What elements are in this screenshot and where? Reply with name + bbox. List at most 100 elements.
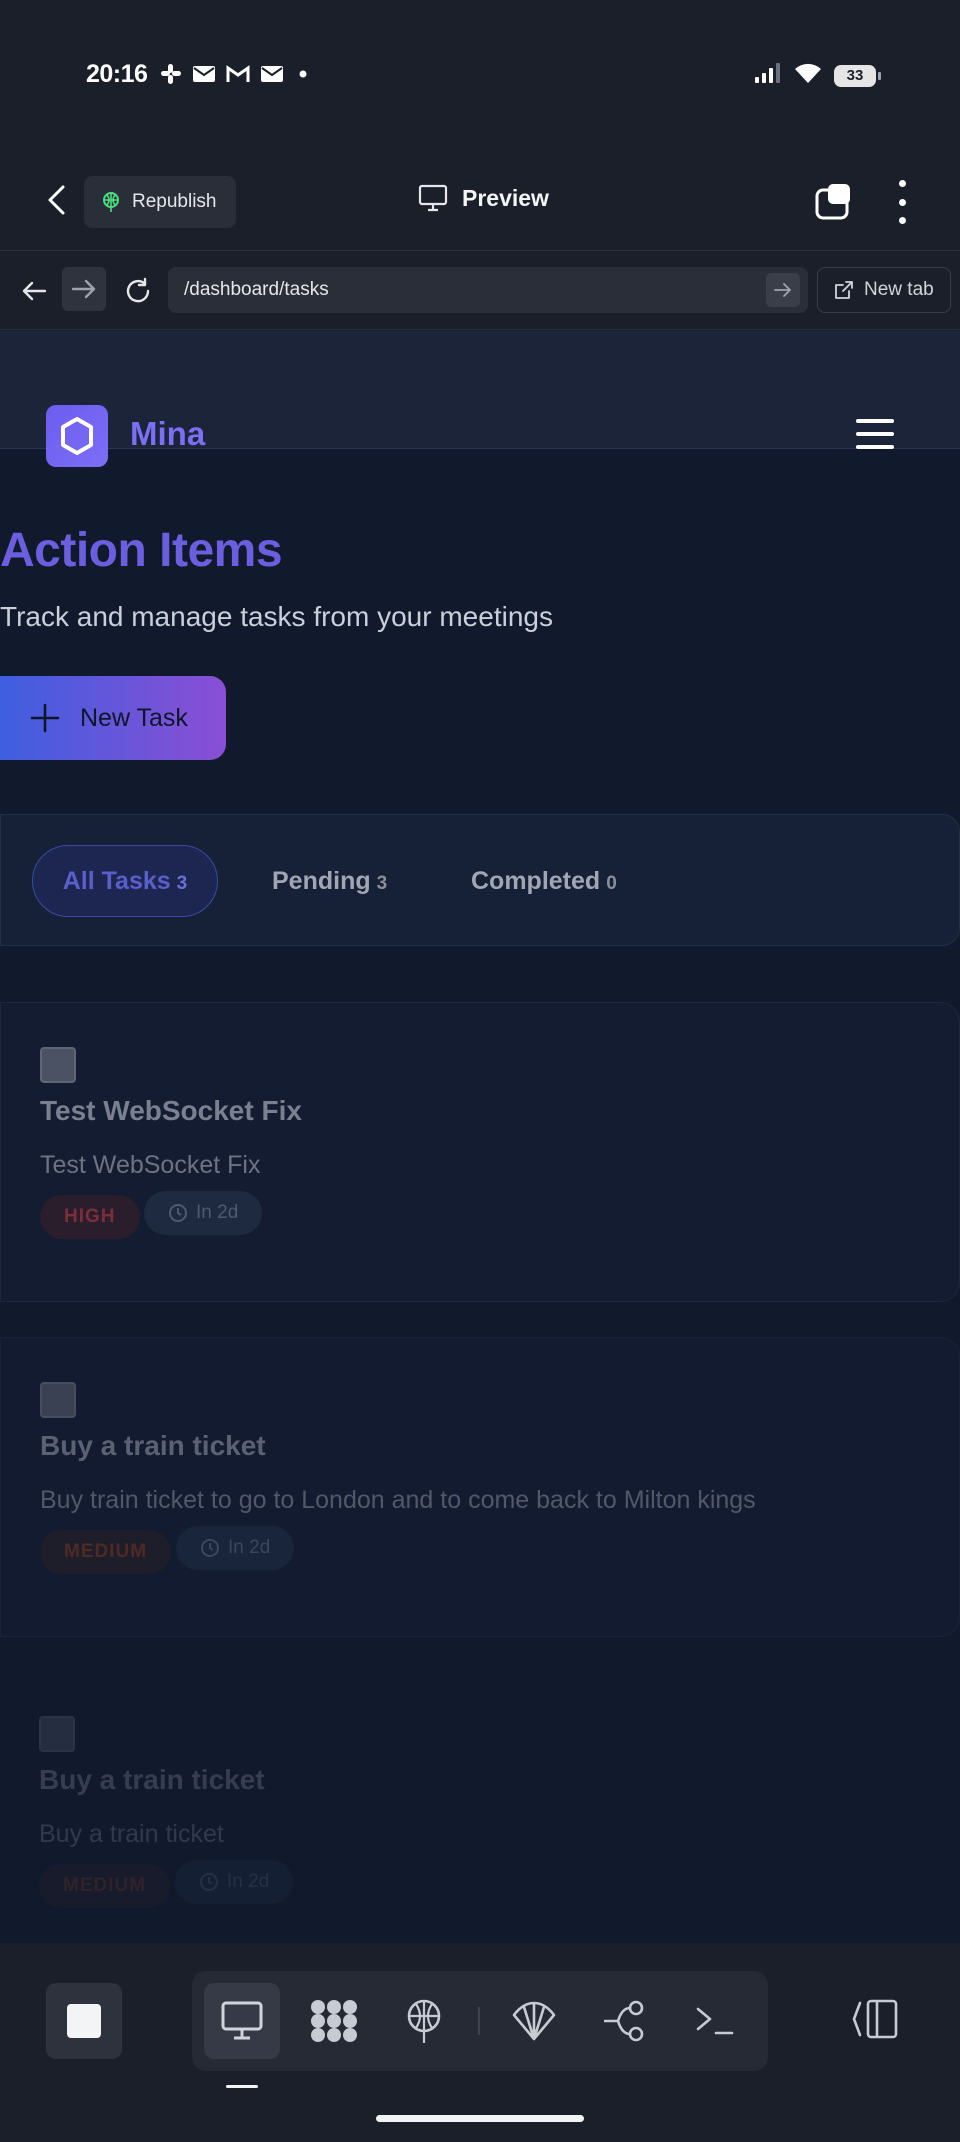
toolbar-divider <box>478 2007 480 2035</box>
status-bar: 20:16 33 <box>0 0 960 150</box>
due-badge: In 2d <box>175 1860 294 1904</box>
tab-pending[interactable]: Pending 3 <box>272 845 387 917</box>
tabs-icon <box>815 184 850 220</box>
web-preview: Mina Action Items Track and manage tasks… <box>0 331 960 1943</box>
task-checkbox[interactable] <box>40 1047 76 1083</box>
task-title: Buy a train ticket <box>39 1764 265 1795</box>
url-go-button[interactable] <box>766 273 800 307</box>
url-input[interactable]: /dashboard/tasks <box>168 267 808 313</box>
monitor-icon <box>221 2001 263 2040</box>
priority-badge: MEDIUM <box>40 1530 172 1574</box>
new-tab-label: New tab <box>864 279 934 300</box>
globe-icon <box>103 192 119 212</box>
toggle-panel-button[interactable] <box>852 1999 898 2044</box>
brand-name[interactable]: Mina <box>130 415 205 453</box>
external-link-icon <box>835 281 853 299</box>
hamburger-menu-icon[interactable] <box>856 419 894 449</box>
bottom-toolbar <box>0 1943 960 2142</box>
gmail-icon <box>226 65 250 88</box>
arrow-right-icon <box>774 283 791 297</box>
tool-agent[interactable] <box>296 1983 372 2059</box>
page-subtitle: Track and manage tasks from your meeting… <box>0 601 553 632</box>
due-label: In 2d <box>228 1537 271 1558</box>
task-checkbox[interactable] <box>39 1716 75 1752</box>
tab-count: 0 <box>606 873 617 894</box>
page-title: Action Items <box>0 524 283 577</box>
preview-label: Preview <box>462 184 549 211</box>
preview-toggle[interactable]: Preview <box>418 184 549 212</box>
task-card: Test WebSocket Fix Test WebSocket Fix HI… <box>0 1002 960 1302</box>
arrow-left-icon <box>22 281 47 301</box>
new-task-button[interactable]: New Task <box>0 676 226 760</box>
chevron-left-icon <box>48 185 65 215</box>
tool-preview[interactable] <box>204 1983 280 2059</box>
task-description: Buy a train ticket <box>39 1820 224 1848</box>
shell-icon <box>512 2001 556 2041</box>
grid-dots-icon <box>311 2000 357 2042</box>
tab-count: 3 <box>376 873 388 894</box>
tab-label: Completed <box>471 866 601 895</box>
priority-badge: HIGH <box>40 1195 140 1239</box>
slack-icon <box>160 63 182 90</box>
due-label: In 2d <box>196 1202 239 1223</box>
plus-icon <box>30 703 60 733</box>
tool-deploy[interactable] <box>386 1983 462 2059</box>
sidebar-panel-icon <box>852 1999 898 2039</box>
app-header: Republish Preview <box>0 160 960 240</box>
task-checkbox[interactable] <box>40 1382 76 1418</box>
tab-label: Pending <box>272 866 371 895</box>
branch-icon <box>604 2000 644 2042</box>
home-indicator[interactable] <box>376 2115 584 2122</box>
more-options-icon[interactable] <box>890 180 914 224</box>
arrow-right-icon <box>71 279 96 299</box>
republish-button[interactable]: Republish <box>84 176 236 228</box>
stop-icon <box>67 2004 101 2038</box>
task-card: Buy a train ticket Buy train ticket to g… <box>0 1337 960 1637</box>
republish-label: Republish <box>132 191 217 212</box>
task-filter-tabs: All Tasks 3 Pending 3 Completed 0 <box>0 814 960 946</box>
reload-icon <box>126 277 150 303</box>
priority-badge: MEDIUM <box>39 1864 171 1908</box>
deploy-icon <box>407 1999 441 2043</box>
tool-git[interactable] <box>586 1983 662 2059</box>
hexagon-logo-icon <box>61 417 93 455</box>
browser-forward-button[interactable] <box>62 267 106 311</box>
task-description: Buy train ticket to go to London and to … <box>40 1486 756 1514</box>
tab-completed[interactable]: Completed 0 <box>471 845 617 917</box>
task-card: Buy a train ticket Buy a train ticket ME… <box>0 1672 960 1943</box>
tool-console[interactable] <box>676 1983 752 2059</box>
system-indicators: 33 <box>754 62 881 89</box>
mail-icon <box>192 65 216 88</box>
tab-all-tasks[interactable]: All Tasks 3 <box>32 845 218 917</box>
signal-icon <box>754 62 782 89</box>
mail-icon <box>260 65 284 88</box>
notification-icons <box>160 63 312 90</box>
more-notifications-dot-icon <box>294 65 312 88</box>
new-task-label: New Task <box>80 703 188 732</box>
clock-icon <box>201 1539 219 1557</box>
wifi-icon <box>794 62 822 89</box>
tabs-button[interactable] <box>814 182 854 227</box>
battery-icon: 33 <box>834 64 881 87</box>
tab-count: 3 <box>176 873 188 894</box>
browser-url-bar: /dashboard/tasks New tab <box>0 250 960 330</box>
tab-label: All Tasks <box>62 866 171 895</box>
terminal-icon <box>696 2007 734 2035</box>
browser-reload-button[interactable] <box>118 271 158 311</box>
task-title: Test WebSocket Fix <box>40 1095 302 1126</box>
due-label: In 2d <box>227 1871 270 1892</box>
back-button[interactable] <box>38 182 74 218</box>
new-tab-button[interactable]: New tab <box>817 267 951 313</box>
logo[interactable] <box>46 405 108 467</box>
task-title: Buy a train ticket <box>40 1430 266 1461</box>
active-tool-indicator <box>226 2085 258 2088</box>
clock-icon <box>169 1204 187 1222</box>
status-time: 20:16 <box>86 60 148 88</box>
browser-back-button[interactable] <box>14 271 54 311</box>
tool-switcher <box>192 1971 768 2071</box>
tool-shell[interactable] <box>496 1983 572 2059</box>
stop-button[interactable] <box>46 1983 122 2059</box>
task-description: Test WebSocket Fix <box>40 1151 261 1179</box>
monitor-icon <box>418 184 448 212</box>
due-badge: In 2d <box>144 1191 263 1235</box>
